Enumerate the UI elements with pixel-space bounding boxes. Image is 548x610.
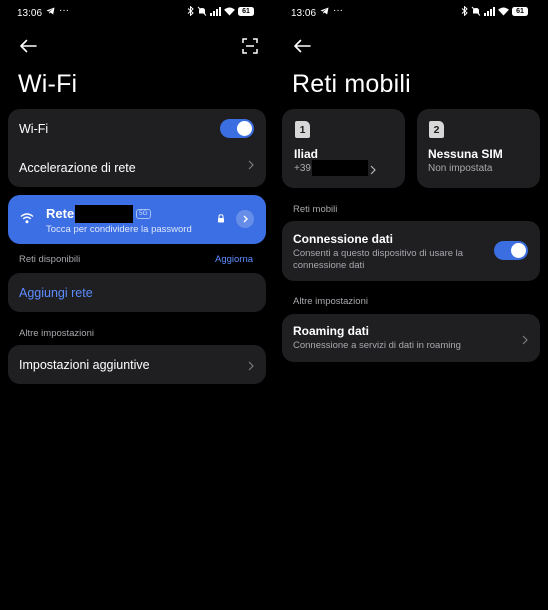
chevron-right-icon bbox=[370, 163, 376, 178]
wifi-main-card: Wi-Fi Accelerazione di rete bbox=[8, 109, 266, 187]
sim-2-status: Non impostata bbox=[428, 163, 493, 174]
status-bar: 13:06 ··· 61 bbox=[0, 0, 274, 26]
battery-icon: 61 bbox=[238, 6, 254, 16]
additional-settings-label: Impostazioni aggiuntive bbox=[19, 358, 150, 372]
wifi-icon bbox=[20, 212, 34, 224]
acceleration-label: Accelerazione di rete bbox=[19, 161, 136, 175]
wifi-screen: 13:06 ··· 61 Wi-Fi Wi-Fi Accelerazione d… bbox=[0, 0, 274, 610]
mobile-networks-label: Reti mobili bbox=[293, 204, 338, 215]
telegram-icon bbox=[320, 7, 329, 15]
wifi-status-icon bbox=[224, 6, 235, 16]
data-connection-label: Connessione dati bbox=[293, 232, 394, 246]
connected-network-card[interactable]: Rete 5G Tocca per condividere la passwor… bbox=[8, 195, 266, 244]
wifi-status-icon bbox=[498, 6, 509, 16]
data-connection-description: Consenti a questo dispositivo di usare l… bbox=[293, 248, 464, 271]
other-settings-label: Altre impostazioni bbox=[19, 328, 94, 339]
roaming-label: Roaming dati bbox=[293, 324, 370, 338]
sim-card-1[interactable]: 1 Iliad +39 bbox=[282, 109, 405, 188]
page-title: Wi-Fi bbox=[18, 70, 78, 98]
sim-1-name: Iliad bbox=[294, 147, 319, 161]
wifi-toggle-label: Wi-Fi bbox=[19, 122, 49, 136]
toggle-knob bbox=[511, 243, 526, 258]
bluetooth-icon bbox=[461, 6, 468, 16]
bluetooth-icon bbox=[187, 6, 194, 16]
battery-icon: 61 bbox=[512, 6, 528, 16]
more-notifications-icon: ··· bbox=[59, 5, 69, 16]
telegram-icon bbox=[46, 7, 55, 15]
back-arrow-icon[interactable] bbox=[291, 35, 313, 57]
sim-1-number: +39 bbox=[294, 163, 311, 174]
add-network-button[interactable]: Aggiungi rete bbox=[8, 273, 266, 312]
other-settings-label: Altre impostazioni bbox=[293, 296, 368, 307]
chevron-right-icon bbox=[522, 333, 528, 348]
redacted-phone-number bbox=[312, 160, 368, 176]
add-network-label: Aggiungi rete bbox=[19, 286, 93, 300]
sim-2-name: Nessuna SIM bbox=[428, 147, 503, 161]
refresh-link[interactable]: Aggiorna bbox=[215, 254, 253, 265]
lock-icon bbox=[217, 214, 225, 223]
data-connection-row: Connessione dati Consenti a questo dispo… bbox=[282, 221, 540, 281]
wifi-toggle[interactable] bbox=[220, 119, 254, 138]
chevron-right-icon bbox=[248, 359, 254, 374]
page-title: Reti mobili bbox=[292, 70, 411, 98]
back-arrow-icon[interactable] bbox=[17, 35, 39, 57]
chevron-right-icon bbox=[248, 158, 254, 173]
available-networks-label: Reti disponibili bbox=[19, 254, 81, 265]
additional-settings-row[interactable]: Impostazioni aggiuntive bbox=[8, 345, 266, 384]
band-badge: 5G bbox=[136, 209, 151, 219]
more-notifications-icon: ··· bbox=[333, 5, 343, 16]
acceleration-row[interactable]: Accelerazione di rete bbox=[8, 148, 266, 187]
roaming-description: Connessione a servizi di dati in roaming bbox=[293, 340, 461, 351]
roaming-row[interactable]: Roaming dati Connessione a servizi di da… bbox=[282, 314, 540, 362]
data-connection-toggle[interactable] bbox=[494, 241, 528, 260]
mobile-networks-screen: 13:06 ··· 61 Reti mobili 1 Iliad +39 2 N… bbox=[274, 0, 548, 610]
network-details-button[interactable] bbox=[236, 210, 254, 228]
status-time: 13:06 bbox=[291, 8, 317, 19]
sim-card-2[interactable]: 2 Nessuna SIM Non impostata bbox=[417, 109, 540, 188]
network-name-prefix: Rete bbox=[46, 206, 75, 221]
mute-icon bbox=[197, 6, 207, 16]
toggle-knob bbox=[237, 121, 252, 136]
signal-icon bbox=[210, 6, 221, 16]
status-bar: 13:06 ··· 61 bbox=[274, 0, 548, 26]
network-subtitle: Tocca per condividere la password bbox=[46, 224, 192, 235]
qr-scan-icon[interactable] bbox=[239, 35, 261, 57]
status-time: 13:06 bbox=[17, 8, 43, 19]
signal-icon bbox=[484, 6, 495, 16]
mute-icon bbox=[471, 6, 481, 16]
sim-2-icon: 2 bbox=[429, 121, 444, 138]
sim-1-icon: 1 bbox=[295, 121, 310, 138]
redacted-network-name bbox=[75, 205, 133, 223]
